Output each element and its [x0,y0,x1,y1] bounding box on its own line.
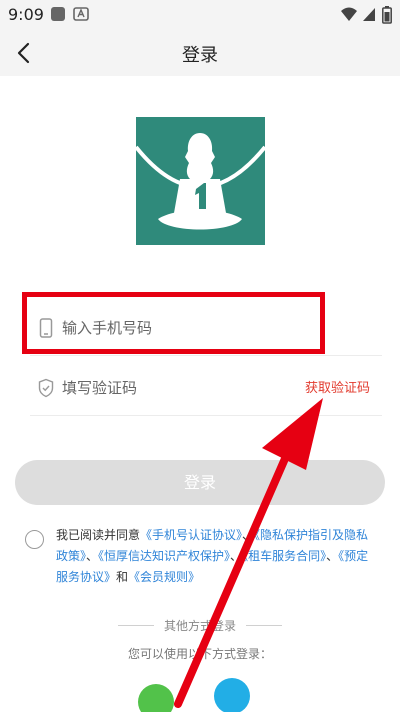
login-button[interactable]: 登录 [15,460,385,505]
page-title: 登录 [182,45,218,66]
agreement-separator: 、 [230,549,243,563]
battery-icon [382,6,392,28]
agreement-separator: 、 [86,549,99,563]
notification-icon [50,6,66,26]
agreement-link-member[interactable]: 《会员规则》 [128,570,200,584]
alipay-login-button[interactable] [214,678,250,712]
annotation-arrow [174,398,323,708]
app-logo [134,117,267,245]
other-login-hint: 您可以使用以下方式登录： [127,647,272,661]
agreement-text: 我已阅读并同意《手机号认证协议》、《隐私保护指引及隐私政策》、《恒厚信达知识产权… [56,525,378,588]
nav-bar: 登录 [0,30,400,76]
get-code-button[interactable]: 获取验证码 [305,377,370,396]
highlight-box [22,292,325,354]
keyboard-icon [73,6,89,26]
code-input[interactable] [62,375,312,401]
agreement-and: 和 [116,570,129,584]
signal-icon [362,6,376,26]
agreement-link-ip[interactable]: 《恒厚信达知识产权保护》 [98,549,230,563]
agreement-separator: 、 [242,528,255,542]
wifi-icon [340,6,358,26]
agreement-link-rental[interactable]: 《租车服务合同》 [242,549,326,563]
agreement-checkbox[interactable] [25,530,44,549]
other-login-title: 其他方式登录 [163,619,236,633]
agreement-prefix: 我已阅读并同意 [56,528,141,542]
wechat-login-button[interactable] [138,684,174,712]
agreement-separator: 、 [326,549,339,563]
shield-icon [38,378,54,398]
status-bar: 9:09 [0,0,400,30]
agreement-link-phone-auth[interactable]: 《手机号认证协议》 [140,528,242,542]
status-time: 9:09 [8,5,44,24]
code-row: 获取验证码 [30,360,382,416]
